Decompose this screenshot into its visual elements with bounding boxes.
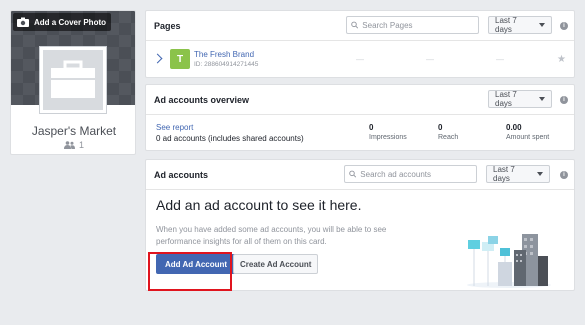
page-list-item: T The Fresh Brand ID: 288604914271445 — … xyxy=(146,41,574,79)
add-ad-account-button[interactable]: Add Ad Account xyxy=(156,254,237,274)
search-ad-accounts-input[interactable] xyxy=(360,169,476,179)
overview-card-header: Ad accounts overview Last 7 days i xyxy=(146,85,574,115)
camera-icon xyxy=(17,17,29,27)
info-icon[interactable]: i xyxy=(560,171,568,179)
search-pages-field[interactable] xyxy=(346,16,479,34)
people-icon xyxy=(63,141,75,149)
pages-date-range-dropdown[interactable]: Last 7 days xyxy=(488,16,552,34)
likes-count: 1 xyxy=(78,140,84,150)
empty-state-description: When you have added some ad accounts, yo… xyxy=(156,225,387,246)
pages-card: Pages Last 7 days i T The Fresh Brand ID… xyxy=(145,10,575,78)
page-id: ID: 288604914271445 xyxy=(194,61,259,68)
reach-label: Reach xyxy=(438,134,459,141)
pages-card-header: Pages Last 7 days i xyxy=(146,11,574,41)
impressions-label: Impressions xyxy=(369,134,407,141)
ad-accounts-overview-card: Ad accounts overview Last 7 days i See r… xyxy=(145,84,575,151)
ad-accounts-card-title: Ad accounts xyxy=(154,169,209,180)
impressions-value: 0 xyxy=(369,123,374,132)
add-cover-photo-label: Add a Cover Photo xyxy=(34,17,107,27)
page-avatar[interactable] xyxy=(40,47,106,113)
info-icon[interactable]: i xyxy=(560,96,568,104)
overview-summary-row: See report 0 ad accounts (includes share… xyxy=(146,115,574,151)
avatar-placeholder xyxy=(43,50,103,110)
ad-accounts-date-range-dropdown[interactable]: Last 7 days xyxy=(486,165,550,183)
ad-accounts-count-text: 0 ad accounts (includes shared accounts) xyxy=(156,134,304,143)
date-range-label: Last 7 days xyxy=(495,90,517,108)
empty-state-title: Add an ad account to see it here. xyxy=(156,197,362,213)
search-ad-accounts-field[interactable] xyxy=(344,165,477,183)
overview-date-range-dropdown[interactable]: Last 7 days xyxy=(488,90,552,108)
ad-accounts-card-header: Ad accounts Last 7 days i xyxy=(146,160,574,190)
city-buildings-illustration xyxy=(467,234,551,288)
info-icon[interactable]: i xyxy=(560,22,568,30)
chevron-down-icon xyxy=(539,97,545,101)
date-range-label: Last 7 days xyxy=(493,165,515,183)
search-icon xyxy=(351,21,359,29)
search-icon xyxy=(349,170,357,178)
add-cover-photo-button[interactable]: Add a Cover Photo xyxy=(13,13,112,31)
chevron-down-icon xyxy=(539,23,545,27)
reach-empty-value: — xyxy=(426,55,434,64)
create-ad-account-button[interactable]: Create Ad Account xyxy=(233,254,319,274)
ad-accounts-card: Ad accounts Last 7 days i Add an ad acco… xyxy=(145,159,575,291)
briefcase-icon xyxy=(51,60,95,98)
chevron-right-icon[interactable] xyxy=(152,53,163,64)
page-name[interactable]: Jasper's Market xyxy=(11,124,135,138)
amount-spent-label: Amount spent xyxy=(506,134,550,141)
spend-empty-value: — xyxy=(496,55,504,64)
reach-value: 0 xyxy=(438,123,443,132)
impressions-empty-value: — xyxy=(356,55,364,64)
page-profile-card: Add a Cover Photo Jasper's Market 1 xyxy=(10,10,136,155)
chevron-down-icon xyxy=(537,172,543,176)
date-range-label: Last 7 days xyxy=(495,16,517,34)
pages-card-title: Pages xyxy=(154,20,181,31)
search-pages-input[interactable] xyxy=(362,20,478,30)
star-icon[interactable]: ★ xyxy=(557,54,566,65)
see-report-link[interactable]: See report xyxy=(156,123,193,132)
page-thumbnail: T xyxy=(170,49,190,69)
page-name-link[interactable]: The Fresh Brand xyxy=(194,50,254,59)
overview-card-title: Ad accounts overview xyxy=(154,94,250,105)
page-likes: 1 xyxy=(11,140,135,150)
amount-spent-value: 0.00 xyxy=(506,123,522,132)
